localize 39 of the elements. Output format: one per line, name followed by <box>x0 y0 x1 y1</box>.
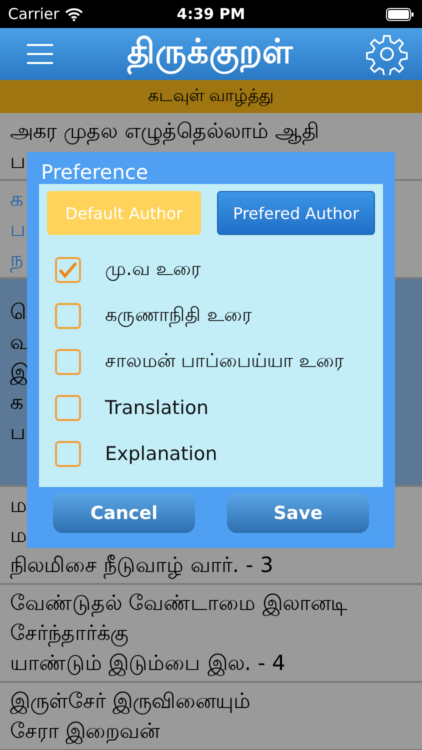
verse-line: க <box>10 389 23 416</box>
settings-icon[interactable] <box>366 33 408 75</box>
verse-line: ப <box>10 216 26 243</box>
app-title: திருக்குறள் <box>127 32 293 76</box>
verse-line: யாண்டும் இடும்பை இல. - 4 <box>10 650 286 678</box>
cancel-button[interactable]: Cancel <box>53 493 195 533</box>
verse-line: ம <box>10 522 27 549</box>
save-button[interactable]: Save <box>227 493 369 533</box>
checkbox[interactable] <box>55 441 81 467</box>
checkbox[interactable] <box>55 257 81 283</box>
checkbox[interactable] <box>55 395 81 421</box>
battery-icon <box>386 8 414 20</box>
option-label: மு.வ உரை <box>105 258 202 282</box>
option-label: Translation <box>105 397 209 419</box>
verse-row[interactable]: வேண்டுதல் வேண்டாமை இலானடி சேர்ந்தார்க்கு யாண்டும் இடும்பை இல. - 4 <box>0 585 422 683</box>
checkbox[interactable] <box>55 349 81 375</box>
dialog-title: Preference <box>41 159 150 184</box>
verse-row[interactable]: இருள்சேர் இருவினையும் சேரா இறைவன் <box>0 683 422 750</box>
verse-line: வேண்டுதல் வேண்டாமை இலானடி <box>10 590 348 618</box>
verse-line: சேர்ந்தார்க்கு <box>10 620 129 648</box>
author-tab[interactable]: Prefered Author <box>217 191 375 235</box>
option-label: கருணாநிதி உரை <box>105 304 252 328</box>
verse-line: இருள்சேர் இருவினையும் <box>10 688 251 716</box>
verse-line: ம <box>10 492 27 519</box>
verse-line: ப <box>10 148 26 175</box>
option-label: சாலமன் பாப்பைய்யா உரை <box>105 350 344 374</box>
verse-line: ந <box>10 246 23 274</box>
wifi-icon <box>65 8 84 20</box>
menu-icon[interactable] <box>26 43 54 65</box>
verse-line: நிலமிசை நீடுவாழ் வார். - 3 <box>10 552 274 580</box>
carrier-label: Carrier <box>8 5 60 23</box>
verse-line: ப <box>10 419 26 446</box>
verse-line: அகர முதல எழுத்தெல்லாம் ஆதி <box>10 118 320 146</box>
chapter-title: கடவுள் வாழ்த்து <box>148 86 274 107</box>
clock-time: 4:39 PM <box>176 5 246 23</box>
checkbox[interactable] <box>55 303 81 329</box>
verse-line: க <box>10 186 23 213</box>
verse-line: சேரா இறைவன் <box>10 718 160 746</box>
option-label: Explanation <box>105 443 218 465</box>
